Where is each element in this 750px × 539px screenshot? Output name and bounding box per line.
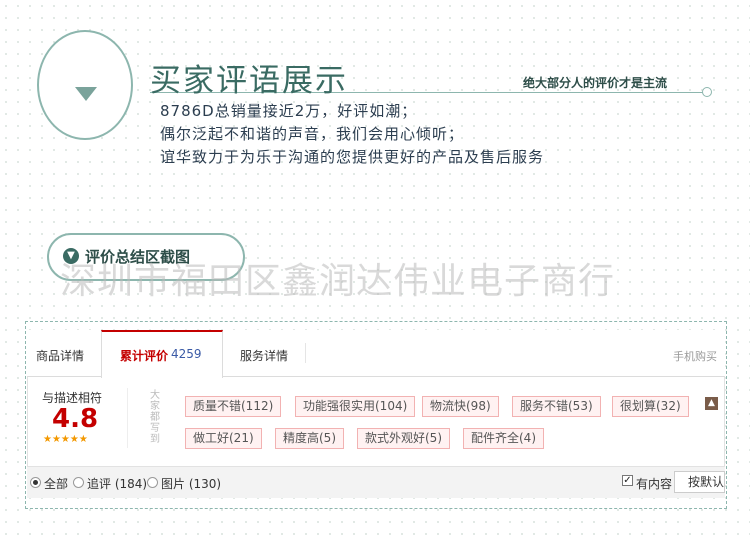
tab-product-details[interactable]: 商品详情 [36,347,84,364]
filter-all-radio[interactable] [30,477,41,488]
tab-reviews-label: 累计评价 [120,349,169,363]
description-line-2: 偶尔泛起不和谐的声音，我们会用心倾听； [160,125,465,143]
tags-label: 大家都写到 [150,390,160,445]
sort-default-button[interactable]: 按默认 [674,471,725,493]
tab-divider [305,343,306,363]
shop-watermark: 深圳市福田区鑫润达伟业电子商行 [60,261,616,302]
filter-all-label[interactable]: 全部 [44,475,68,492]
filter-followup-radio[interactable] [73,477,84,488]
review-tag[interactable]: 做工好(21) [185,428,262,449]
collapse-tags-icon[interactable]: ▲ [705,397,718,410]
divider-end-circle [702,87,712,97]
rating-score: 4.8 [52,404,99,434]
description-line-1: 8786D总销量接近2万，好评如潮； [160,102,418,120]
decorative-circle [37,30,133,140]
tab-reviews-count: 4259 [171,347,202,361]
page-title: 买家评语展示 [150,63,348,99]
description-line-3: 谊华致力于为乐于沟通的您提供更好的产品及售后服务 [160,148,545,166]
review-tag[interactable]: 服务不错(53) [512,396,601,417]
mobile-buy-link[interactable]: 手机购买 [673,348,717,364]
rating-stars: ★★★★★ [43,434,88,445]
review-tag[interactable]: 精度高(5) [275,428,344,449]
rating-divider [127,388,128,448]
down-triangle-icon [75,87,97,101]
review-tag[interactable]: 很划算(32) [612,396,689,417]
review-tag[interactable]: 功能强很实用(104) [295,396,416,417]
filter-images-label[interactable]: 图片 (130) [161,475,221,492]
has-content-label[interactable]: 有内容 [636,475,672,492]
header-tagline: 绝大部分人的评价才是主流 [523,76,668,90]
filter-followup-label[interactable]: 追评 (184) [87,475,147,492]
tab-service-details[interactable]: 服务详情 [240,347,288,364]
review-tag[interactable]: 物流快(98) [422,396,499,417]
review-tag[interactable]: 款式外观好(5) [357,428,450,449]
review-tag[interactable]: 质量不错(112) [185,396,282,417]
filter-images-radio[interactable] [147,477,158,488]
has-content-checkbox[interactable]: ✓ [622,475,633,486]
review-tag[interactable]: 配件齐全(4) [463,428,544,449]
